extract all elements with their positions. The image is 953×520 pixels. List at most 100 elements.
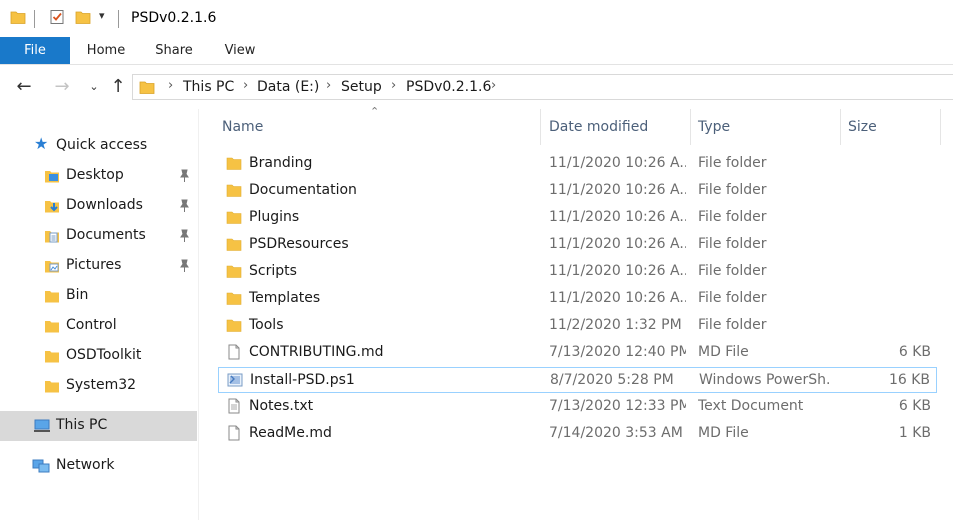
column-header-name[interactable]: Name	[222, 109, 538, 145]
file-name: Scripts	[249, 263, 297, 279]
file-row[interactable]: Branding 11/1/2020 10:26 A... File folder	[218, 151, 937, 177]
file-row[interactable]: Install-PSD.ps1 8/7/2020 5:28 PM Windows P…	[218, 367, 937, 393]
customize-quick-access-icon[interactable]: ▾	[99, 9, 105, 22]
tab-share[interactable]: Share	[148, 37, 200, 64]
nav-label: Quick access	[56, 137, 148, 153]
file-date-modified: 8/7/2020 5:28 PM	[550, 372, 674, 388]
nav-item-control[interactable]: Control	[0, 311, 197, 341]
folder-icon	[139, 81, 155, 94]
breadcrumb-psd[interactable]: PSDv0.2.1.6	[406, 79, 491, 95]
file-date-modified: 11/2/2020 1:32 PM	[549, 317, 682, 333]
nav-quick-access[interactable]: ★ Quick access	[0, 131, 197, 161]
desktop-folder-icon	[45, 171, 59, 183]
title-bar: ▾ PSDv0.2.1.6	[0, 0, 953, 37]
chevron-right-icon[interactable]: ›	[168, 78, 173, 93]
address-bar[interactable]: › This PC › Data (E:) › Setup › PSDv0.2.…	[132, 74, 953, 100]
file-row[interactable]: Scripts 11/1/2020 10:26 A... File folder	[218, 259, 937, 285]
chevron-right-icon[interactable]: ›	[243, 78, 248, 93]
column-header-row: ⌃ Name Date modified Type Size	[218, 105, 953, 145]
file-date-modified: 11/1/2020 10:26 A...	[549, 263, 686, 279]
file-date-modified: 11/1/2020 10:26 A...	[549, 290, 686, 306]
file-date-modified: 7/13/2020 12:33 PM	[549, 398, 686, 414]
file-row[interactable]: ReadMe.md 7/14/2020 3:53 AM MD File 1 KB	[218, 421, 937, 447]
pin-icon[interactable]	[178, 199, 190, 213]
new-folder-icon[interactable]	[75, 9, 91, 25]
star-icon: ★	[34, 134, 49, 153]
tab-home[interactable]: Home	[80, 37, 132, 64]
nav-item-network[interactable]: Network	[0, 451, 197, 481]
file-name: Templates	[249, 290, 321, 306]
file-row[interactable]: Tools 11/2/2020 1:32 PM File folder	[218, 313, 937, 339]
file-date-modified: 11/1/2020 10:26 A...	[549, 182, 686, 198]
nav-item-this-pc[interactable]: This PC	[0, 411, 197, 441]
file-size: 6 KB	[898, 398, 931, 414]
properties-icon[interactable]	[49, 9, 65, 25]
file-name: CONTRIBUTING.md	[249, 344, 384, 360]
computer-icon	[34, 419, 50, 432]
chevron-right-icon[interactable]: ›	[326, 78, 331, 93]
folder-icon	[226, 265, 242, 278]
nav-item-documents[interactable]: Documents	[0, 221, 197, 251]
file-name: Notes.txt	[249, 398, 314, 414]
file-name: Branding	[249, 155, 313, 171]
file-row[interactable]: PSDResources 11/1/2020 10:26 A... File fol…	[218, 232, 937, 258]
nav-item-system32[interactable]: System32	[0, 371, 197, 401]
nav-label: Bin	[66, 287, 89, 303]
navigation-pane: ★ Quick access Desktop Downloads Documen…	[0, 109, 197, 520]
chevron-right-icon[interactable]: ›	[491, 78, 496, 93]
pin-icon[interactable]	[178, 229, 190, 243]
text-document-icon	[228, 398, 240, 414]
tab-file[interactable]: File	[0, 37, 70, 64]
network-icon	[32, 459, 50, 473]
address-row: ← → ⌄ ↑ › This PC › Data (E:) › Setup › …	[0, 65, 953, 109]
file-type: File folder	[698, 290, 767, 306]
file-row[interactable]: Notes.txt 7/13/2020 12:33 PM Text Document…	[218, 394, 937, 420]
downloads-folder-icon	[45, 201, 59, 213]
file-date-modified: 7/14/2020 3:53 AM	[549, 425, 683, 441]
folder-icon	[45, 381, 59, 393]
file-name: Plugins	[249, 209, 300, 225]
breadcrumb-data-drive[interactable]: Data (E:)	[257, 79, 319, 95]
file-date-modified: 11/1/2020 10:26 A...	[549, 236, 686, 252]
file-type: File folder	[698, 209, 767, 225]
file-row[interactable]: CONTRIBUTING.md 7/13/2020 12:40 PM MD File…	[218, 340, 937, 366]
file-type: File folder	[698, 263, 767, 279]
forward-arrow-icon[interactable]: →	[52, 77, 72, 97]
nav-item-osdtoolkit[interactable]: OSDToolkit	[0, 341, 197, 371]
column-header-size[interactable]: Size	[848, 109, 928, 145]
chevron-right-icon[interactable]: ›	[391, 78, 396, 93]
nav-item-desktop[interactable]: Desktop	[0, 161, 197, 191]
file-date-modified: 11/1/2020 10:26 A...	[549, 209, 686, 225]
nav-label: Desktop	[66, 167, 124, 183]
nav-label: This PC	[56, 417, 108, 433]
breadcrumb-setup[interactable]: Setup	[341, 79, 382, 95]
nav-item-downloads[interactable]: Downloads	[0, 191, 197, 221]
file-type: MD File	[698, 425, 749, 441]
breadcrumb-this-pc[interactable]: This PC	[183, 79, 234, 95]
pin-icon[interactable]	[178, 259, 190, 273]
nav-item-pictures[interactable]: Pictures	[0, 251, 197, 281]
file-name: Documentation	[249, 182, 357, 198]
documents-folder-icon	[45, 231, 59, 243]
file-name: PSDResources	[249, 236, 349, 252]
folder-icon	[226, 157, 242, 170]
up-arrow-icon[interactable]: ↑	[108, 77, 128, 97]
column-header-type[interactable]: Type	[698, 109, 828, 145]
tab-view[interactable]: View	[214, 37, 266, 64]
file-name: Install-PSD.ps1	[250, 372, 355, 388]
file-date-modified: 11/1/2020 10:26 A...	[549, 155, 686, 171]
nav-item-bin[interactable]: Bin	[0, 281, 197, 311]
pane-divider[interactable]	[198, 109, 199, 520]
file-row[interactable]: Plugins 11/1/2020 10:26 A... File folder	[218, 205, 937, 231]
pin-icon[interactable]	[178, 169, 190, 183]
nav-label: Control	[66, 317, 117, 333]
file-row[interactable]: Documentation 11/1/2020 10:26 A... File fo…	[218, 178, 937, 204]
back-arrow-icon[interactable]: ←	[14, 77, 34, 97]
folder-icon	[226, 292, 242, 305]
file-row[interactable]: Templates 11/1/2020 10:26 A... File folder	[218, 286, 937, 312]
folder-icon	[226, 238, 242, 251]
column-header-date[interactable]: Date modified	[549, 109, 684, 145]
recent-locations-chevron-icon[interactable]: ⌄	[84, 77, 104, 97]
file-name: Tools	[249, 317, 284, 333]
document-icon	[228, 344, 240, 360]
